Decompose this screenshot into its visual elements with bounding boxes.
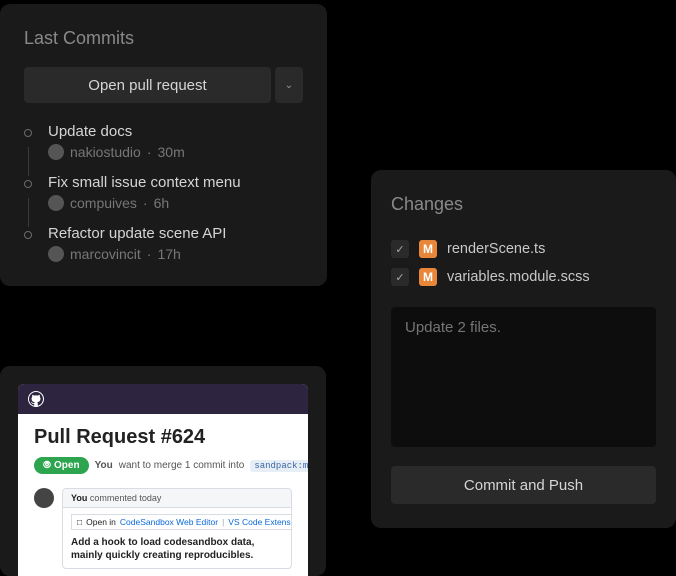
dot-separator: · bbox=[147, 246, 152, 262]
commit-item[interactable]: Fix small issue context menu compuives ·… bbox=[24, 174, 303, 225]
timeline-line bbox=[28, 198, 29, 227]
avatar bbox=[48, 246, 64, 262]
modified-badge: M bbox=[419, 268, 437, 286]
modified-badge: M bbox=[419, 240, 437, 258]
commit-author: nakiostudio bbox=[70, 144, 141, 160]
commit-meta: marcovincit · 17h bbox=[48, 246, 303, 262]
pr-status-row: ⦾ Open You want to merge 1 commit into s… bbox=[34, 457, 292, 474]
commit-meta: compuives · 6h bbox=[48, 195, 303, 211]
avatar bbox=[34, 488, 54, 508]
pr-comment-box: You commented today □ Open in CodeSandbo… bbox=[62, 488, 292, 569]
chevron-down-icon: ⌄ bbox=[285, 80, 293, 91]
pr-open-badge-label: Open bbox=[54, 460, 80, 471]
open-in-codesandbox-link[interactable]: CodeSandbox Web Editor bbox=[120, 517, 218, 527]
avatar bbox=[48, 144, 64, 160]
changed-file-item[interactable]: ✓ M variables.module.scss bbox=[391, 263, 656, 291]
separator: | bbox=[222, 517, 224, 527]
changed-files-list: ✓ M renderScene.ts ✓ M variables.module.… bbox=[391, 235, 656, 291]
pr-merge-you: You bbox=[95, 460, 113, 471]
commit-title: Refactor update scene API bbox=[48, 225, 303, 242]
open-in-vscode-link[interactable]: VS Code Extensio bbox=[228, 517, 292, 527]
open-in-square-icon: □ bbox=[77, 517, 82, 527]
open-in-bar: □ Open in CodeSandbox Web Editor | VS Co… bbox=[71, 514, 292, 530]
open-pull-request-dropdown[interactable]: ⌄ bbox=[275, 67, 303, 103]
changes-title: Changes bbox=[391, 194, 656, 215]
pr-topbar bbox=[18, 384, 308, 414]
pr-comment-when: commented today bbox=[87, 493, 161, 503]
open-in-label: Open in bbox=[86, 517, 116, 527]
commit-list: Update docs nakiostudio · 30m Fix small … bbox=[24, 123, 303, 262]
pr-comment-header: You commented today bbox=[63, 489, 291, 508]
commit-title: Update docs bbox=[48, 123, 303, 140]
commit-bullet-icon bbox=[24, 231, 32, 239]
commit-author: marcovincit bbox=[70, 246, 141, 262]
changes-panel: Changes ✓ M renderScene.ts ✓ M variables… bbox=[371, 170, 676, 528]
pr-comment-author: You bbox=[71, 493, 87, 503]
commit-author: compuives bbox=[70, 195, 137, 211]
pr-merge-text: want to merge 1 commit into bbox=[119, 460, 245, 471]
file-name: variables.module.scss bbox=[447, 269, 590, 285]
commit-message-input[interactable] bbox=[391, 307, 656, 447]
pr-description: Add a hook to load codesandbox data, mai… bbox=[71, 536, 283, 562]
pr-window: Pull Request #624 ⦾ Open You want to mer… bbox=[18, 384, 308, 576]
commit-item[interactable]: Update docs nakiostudio · 30m bbox=[24, 123, 303, 174]
changed-file-item[interactable]: ✓ M renderScene.ts bbox=[391, 235, 656, 263]
pr-open-badge: ⦾ Open bbox=[34, 457, 89, 474]
commit-title: Fix small issue context menu bbox=[48, 174, 303, 191]
pull-request-preview-panel: Pull Request #624 ⦾ Open You want to mer… bbox=[0, 366, 326, 576]
last-commits-panel: Last Commits Open pull request ⌄ Update … bbox=[0, 4, 327, 286]
timeline-line bbox=[28, 147, 29, 176]
commit-time: 17h bbox=[157, 246, 180, 262]
file-checkbox[interactable]: ✓ bbox=[391, 268, 409, 286]
commit-item[interactable]: Refactor update scene API marcovincit · … bbox=[24, 225, 303, 262]
open-pr-button-group: Open pull request ⌄ bbox=[24, 67, 303, 103]
commit-time: 30m bbox=[158, 144, 185, 160]
pr-target-branch: sandpack:master bbox=[250, 460, 308, 472]
git-pull-request-icon: ⦾ bbox=[43, 460, 51, 471]
file-checkbox[interactable]: ✓ bbox=[391, 240, 409, 258]
dot-separator: · bbox=[147, 144, 152, 160]
open-pull-request-button[interactable]: Open pull request bbox=[24, 67, 271, 103]
commit-bullet-icon bbox=[24, 129, 32, 137]
commit-bullet-icon bbox=[24, 180, 32, 188]
last-commits-title: Last Commits bbox=[24, 28, 303, 49]
pr-body: Pull Request #624 ⦾ Open You want to mer… bbox=[18, 414, 308, 576]
pr-title: Pull Request #624 bbox=[34, 426, 292, 449]
pr-comment: You commented today □ Open in CodeSandbo… bbox=[34, 488, 292, 569]
file-name: renderScene.ts bbox=[447, 241, 545, 257]
dot-separator: · bbox=[143, 195, 148, 211]
commit-time: 6h bbox=[154, 195, 170, 211]
commit-and-push-button[interactable]: Commit and Push bbox=[391, 466, 656, 504]
commit-meta: nakiostudio · 30m bbox=[48, 144, 303, 160]
pr-comment-body: □ Open in CodeSandbox Web Editor | VS Co… bbox=[63, 508, 291, 568]
avatar bbox=[48, 195, 64, 211]
github-icon bbox=[28, 391, 44, 407]
